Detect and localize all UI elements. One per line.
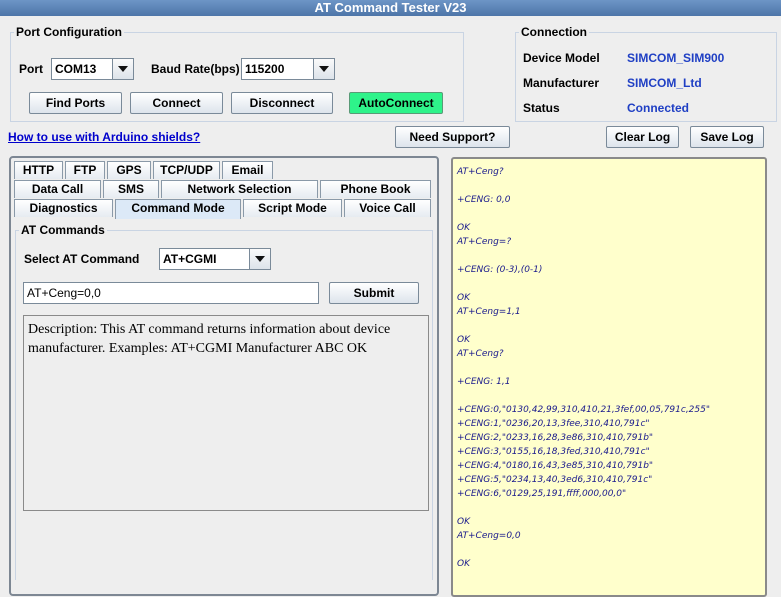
log-line: AT+Ceng? bbox=[457, 349, 504, 359]
log-line: +CENG: 0,0 bbox=[457, 195, 511, 205]
need-support-button[interactable]: Need Support? bbox=[395, 126, 510, 148]
connect-button[interactable]: Connect bbox=[130, 92, 223, 114]
status-value: Connected bbox=[627, 101, 690, 115]
log-line: +CENG: (0-3),(0-1) bbox=[457, 265, 543, 275]
log-line: +CENG:4,"0180,16,43,3e85,310,410,791b" bbox=[457, 461, 654, 471]
log-output[interactable]: AT+Ceng? +CENG: 0,0 OK AT+Ceng=? +CENG: (0-3… bbox=[451, 157, 767, 597]
chevron-down-icon[interactable] bbox=[249, 249, 270, 269]
tab-command-mode[interactable]: Command Mode bbox=[115, 199, 241, 219]
save-log-button[interactable]: Save Log bbox=[690, 126, 764, 148]
manufacturer-label: Manufacturer bbox=[523, 76, 600, 90]
autoconnect-button[interactable]: AutoConnect bbox=[349, 92, 443, 114]
tab-data-call[interactable]: Data Call bbox=[14, 180, 101, 198]
find-ports-button[interactable]: Find Ports bbox=[29, 92, 122, 114]
at-command-select[interactable]: AT+CGMI bbox=[159, 248, 271, 270]
log-line: +CENG:0,"0130,42,99,310,410,21,3fef,00,0… bbox=[457, 405, 710, 415]
tab-phone-book[interactable]: Phone Book bbox=[320, 180, 431, 198]
at-commands-title: AT Commands bbox=[19, 223, 107, 237]
disconnect-button[interactable]: Disconnect bbox=[231, 92, 333, 114]
tab-ftp[interactable]: FTP bbox=[65, 161, 105, 179]
port-select-value: COM13 bbox=[55, 62, 97, 76]
select-at-command-label: Select AT Command bbox=[24, 252, 140, 266]
log-line: OK bbox=[457, 223, 470, 233]
tab-script-mode[interactable]: Script Mode bbox=[243, 199, 342, 217]
log-line: +CENG:2,"0233,16,28,3e86,310,410,791b" bbox=[457, 433, 654, 443]
chevron-down-icon[interactable] bbox=[313, 59, 334, 79]
log-line: OK bbox=[457, 559, 470, 569]
device-model-label: Device Model bbox=[523, 51, 600, 65]
log-line: +CENG:6,"0129,25,191,ffff,000,00,0" bbox=[457, 489, 627, 499]
log-line: +CENG:1,"0236,20,13,3fee,310,410,791c" bbox=[457, 419, 650, 429]
baud-rate-select-value: 115200 bbox=[245, 62, 285, 76]
port-select[interactable]: COM13 bbox=[51, 58, 134, 80]
clear-log-button[interactable]: Clear Log bbox=[606, 126, 679, 148]
log-line: OK bbox=[457, 517, 470, 527]
manufacturer-value: SIMCOM_Ltd bbox=[627, 76, 702, 90]
device-model-value: SIMCOM_SIM900 bbox=[627, 51, 725, 65]
port-label: Port bbox=[19, 62, 43, 76]
tab-network-selection[interactable]: Network Selection bbox=[161, 180, 318, 198]
window-title: AT Command Tester V23 bbox=[0, 0, 781, 16]
connection-title: Connection bbox=[519, 25, 589, 39]
arduino-help-link[interactable]: How to use with Arduino shields? bbox=[8, 130, 200, 144]
tab-email[interactable]: Email bbox=[222, 161, 273, 179]
baud-rate-label: Baud Rate(bps) bbox=[151, 62, 240, 76]
status-label: Status bbox=[523, 101, 560, 115]
tab-voice-call[interactable]: Voice Call bbox=[344, 199, 431, 217]
log-line: AT+Ceng=0,0 bbox=[457, 531, 521, 541]
tab-tcp-udp[interactable]: TCP/UDP bbox=[153, 161, 220, 179]
log-line: AT+Ceng? bbox=[457, 167, 504, 177]
tab-gps[interactable]: GPS bbox=[107, 161, 151, 179]
chevron-down-icon[interactable] bbox=[112, 59, 133, 79]
log-line: OK bbox=[457, 293, 470, 303]
log-line: +CENG:5,"0234,13,40,3ed6,310,410,791c" bbox=[457, 475, 653, 485]
command-description: Description: This AT command returns inf… bbox=[23, 315, 429, 511]
log-line: +CENG: 1,1 bbox=[457, 377, 511, 387]
log-line: +CENG:3,"0155,16,18,3fed,310,410,791c" bbox=[457, 447, 650, 457]
port-configuration-title: Port Configuration bbox=[14, 25, 124, 39]
at-command-select-value: AT+CGMI bbox=[163, 252, 217, 266]
tab-sms[interactable]: SMS bbox=[103, 180, 159, 198]
at-command-input[interactable]: AT+Ceng=0,0 bbox=[23, 282, 319, 304]
baud-rate-select[interactable]: 115200 bbox=[241, 58, 335, 80]
submit-button[interactable]: Submit bbox=[329, 282, 419, 304]
log-line: OK bbox=[457, 335, 470, 345]
tab-diagnostics[interactable]: Diagnostics bbox=[14, 199, 113, 217]
log-line: AT+Ceng=? bbox=[457, 237, 512, 247]
log-line: AT+Ceng=1,1 bbox=[457, 307, 521, 317]
tab-http[interactable]: HTTP bbox=[14, 161, 63, 179]
